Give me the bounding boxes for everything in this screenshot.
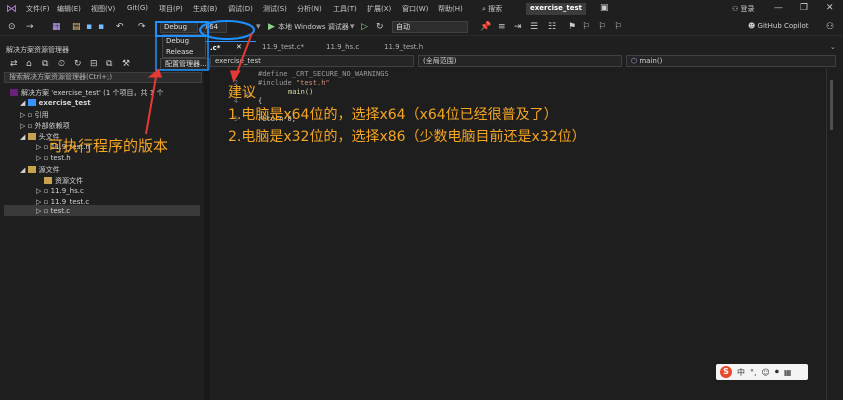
- annotation-line-1: 1.电脑是x64位的，选择x64（x64位已经很普及了）: [228, 107, 558, 123]
- ime-emoji-icon[interactable]: ☺: [762, 368, 770, 377]
- arrow-line-left: [145, 70, 158, 135]
- highlight-box-dropdown: [155, 35, 209, 71]
- sogou-logo-icon[interactable]: S: [720, 366, 732, 378]
- ime-toolbar: S 中 °, ☺ ⏺ ▦: [716, 364, 808, 380]
- arrow-head-left: [147, 68, 163, 78]
- ime-keyboard-icon[interactable]: ▦: [784, 368, 792, 377]
- annotation-line-2: 2.电脑是x32位的，选择x86（少数电脑目前还是x32位）: [228, 129, 586, 145]
- ime-language-toggle[interactable]: 中: [737, 367, 745, 378]
- ime-voice-icon[interactable]: ⏺: [775, 367, 779, 377]
- annotation-left: 可执行程序的版本: [48, 137, 169, 155]
- ime-punctuation-icon[interactable]: °,: [750, 368, 757, 377]
- annotation-heading: 建议: [228, 85, 256, 101]
- annotation-overlay: [145, 20, 255, 135]
- arrow-head-right: [230, 70, 241, 83]
